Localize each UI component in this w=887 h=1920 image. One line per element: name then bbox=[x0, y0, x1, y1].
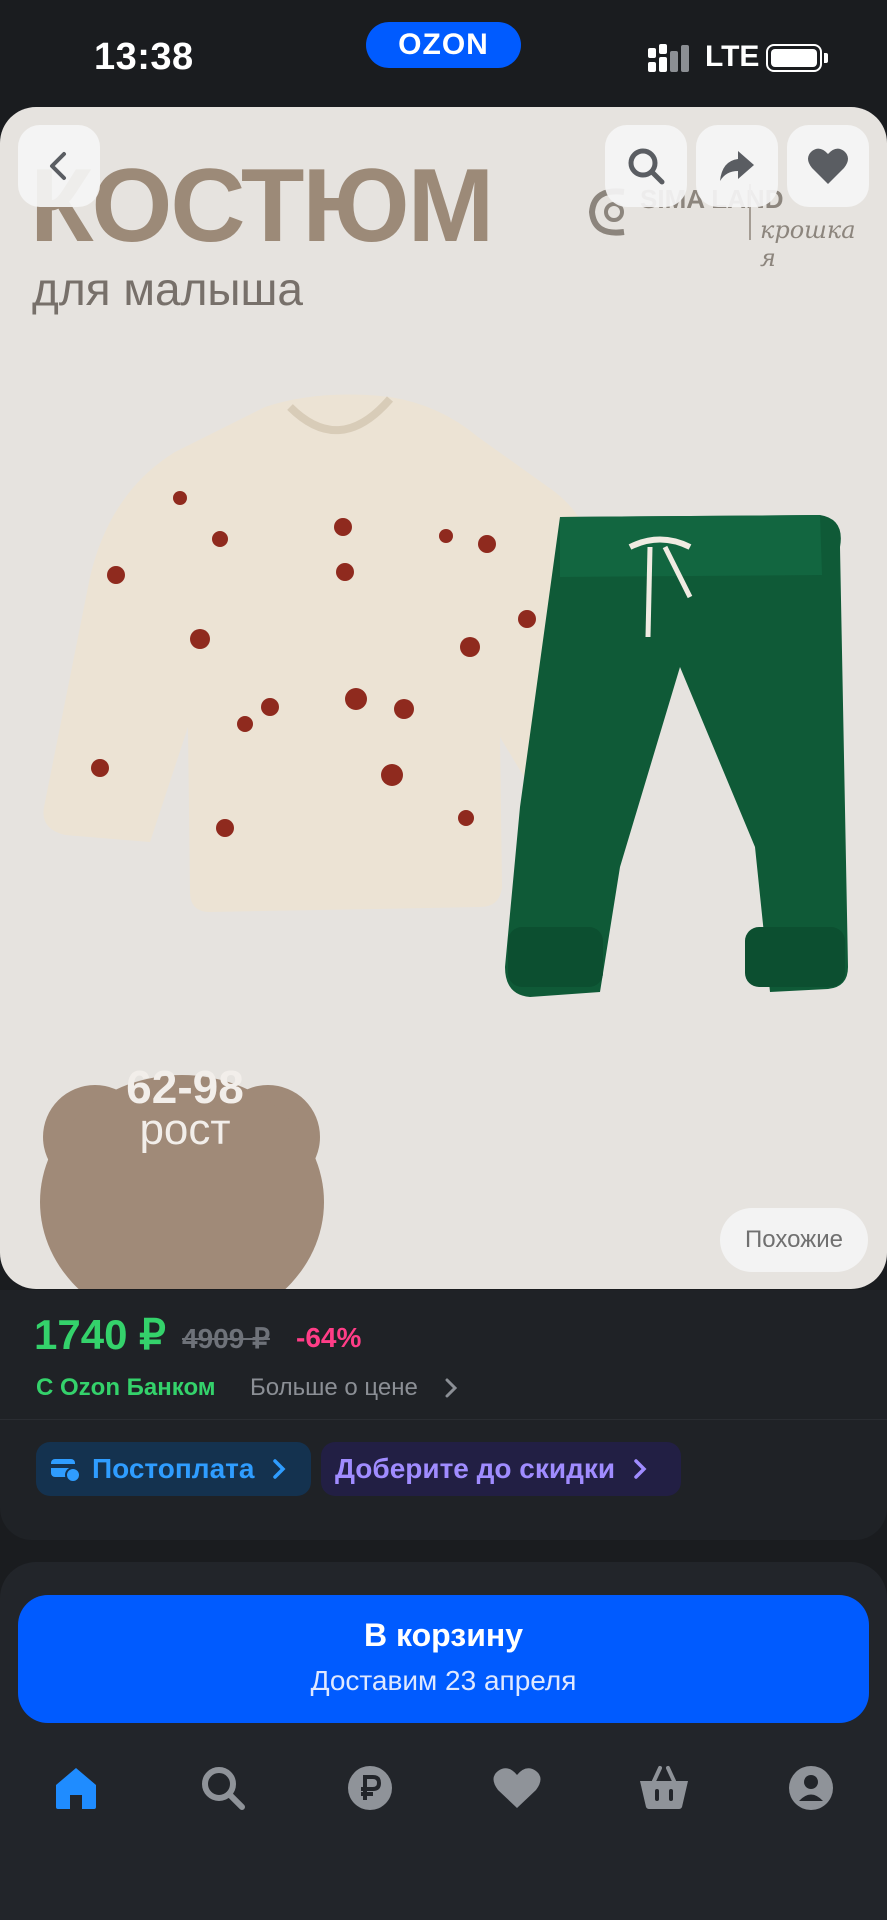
cart-title: В корзину bbox=[364, 1617, 523, 1653]
ozon-bank-label[interactable]: С Ozon Банком bbox=[36, 1374, 216, 1402]
tab-home[interactable] bbox=[46, 1762, 106, 1814]
back-button[interactable] bbox=[18, 125, 100, 207]
search-button[interactable] bbox=[605, 125, 687, 207]
brand-subname: крошка я bbox=[760, 216, 856, 272]
ruble-icon bbox=[348, 1766, 392, 1810]
more-price-link[interactable]: Больше о цене bbox=[250, 1374, 418, 1402]
add-to-cart-button[interactable]: В корзину Доставим 23 апреля bbox=[18, 1595, 869, 1723]
chevron-right-icon bbox=[445, 1378, 458, 1398]
add-for-discount-label: Доберите до скидки bbox=[335, 1453, 616, 1484]
chevron-left-icon bbox=[50, 152, 66, 180]
delivery-date: Доставим 23 апреля bbox=[310, 1665, 577, 1696]
tab-search[interactable] bbox=[193, 1762, 253, 1814]
tab-profile[interactable] bbox=[781, 1762, 841, 1814]
divider bbox=[0, 1419, 887, 1420]
search-icon bbox=[628, 148, 665, 185]
profile-icon bbox=[789, 1766, 833, 1810]
tab-cart[interactable] bbox=[634, 1762, 694, 1814]
old-price: 4909 ₽ bbox=[182, 1323, 270, 1354]
heart-icon bbox=[493, 1768, 541, 1808]
home-icon bbox=[56, 1768, 96, 1809]
basket-icon bbox=[640, 1766, 688, 1809]
tab-favorites[interactable] bbox=[487, 1762, 547, 1814]
favorite-button[interactable] bbox=[787, 125, 869, 207]
size-label: рост bbox=[139, 1105, 231, 1154]
discount-badge: -64% bbox=[296, 1322, 362, 1353]
chevron-right-icon bbox=[273, 1459, 286, 1479]
heart-icon bbox=[808, 148, 848, 184]
similar-button[interactable]: Похожие bbox=[720, 1208, 868, 1272]
tab-finance[interactable] bbox=[340, 1762, 400, 1814]
add-for-discount-chip[interactable]: Доберите до скидки bbox=[321, 1442, 681, 1496]
battery-icon bbox=[766, 44, 822, 72]
share-icon bbox=[720, 151, 754, 181]
signal-icon bbox=[648, 44, 689, 72]
ozon-app-pill[interactable]: OZON bbox=[366, 22, 521, 68]
card-clock-icon bbox=[51, 1459, 80, 1482]
postpay-label: Постоплата bbox=[92, 1453, 255, 1484]
product-image[interactable]: КОСТЮМ для малыша SIMA LAND крошка я 62-… bbox=[0, 107, 887, 1289]
network-label: LTE bbox=[705, 40, 760, 73]
price: 1740 ₽ bbox=[34, 1311, 166, 1358]
search-icon bbox=[202, 1767, 245, 1810]
status-bar: 13:38 OZON LTE bbox=[0, 0, 887, 100]
postpay-chip[interactable]: Постоплата bbox=[36, 1442, 311, 1496]
status-time: 13:38 bbox=[94, 36, 194, 78]
hero-subtitle: для малыша bbox=[32, 263, 303, 315]
chevron-right-icon bbox=[634, 1459, 647, 1479]
share-button[interactable] bbox=[696, 125, 778, 207]
